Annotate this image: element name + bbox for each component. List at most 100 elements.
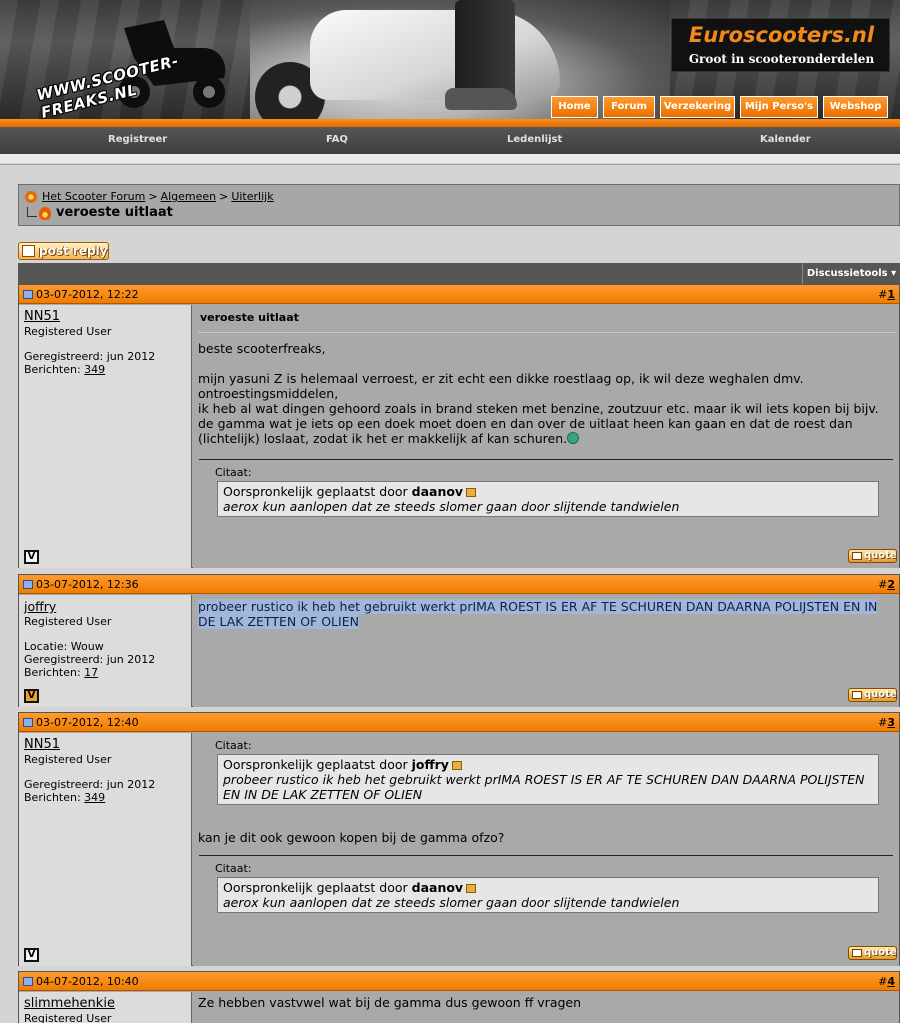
post-permalink[interactable]: 4 xyxy=(887,975,895,988)
user-posts-link[interactable]: 17 xyxy=(84,666,98,679)
post-reply-icon xyxy=(22,245,35,257)
vbadge-icon[interactable]: V xyxy=(24,550,39,564)
quote-icon xyxy=(852,691,862,699)
post-message: Citaat: Oorspronkelijk geplaatst door jo… xyxy=(193,733,899,966)
sponsor-subtitle: Groot in scooteronderdelen xyxy=(688,52,875,66)
quote-button[interactable]: quote xyxy=(848,688,897,702)
quote-button[interactable]: quote xyxy=(848,946,897,960)
post-header: 03-07-2012, 12:22 #1 xyxy=(19,285,899,304)
title-divider xyxy=(198,332,896,333)
post-date: 04-07-2012, 10:40 xyxy=(36,975,139,988)
quote-box: Oorspronkelijk geplaatst door joffry pro… xyxy=(217,754,879,805)
quote-icon xyxy=(852,949,862,957)
sponsor-title: Euroscooters.nl xyxy=(688,23,875,47)
quote-box: Oorspronkelijk geplaatst door daanov aer… xyxy=(217,877,879,913)
breadcrumb: Het Scooter Forum > Algemeen > Uiterlijk ver… xyxy=(18,184,900,226)
nav-verzekering[interactable]: Verzekering xyxy=(660,96,735,118)
post-header: 03-07-2012, 12:40 #3 xyxy=(19,713,899,732)
subnav-divider xyxy=(0,154,900,164)
post-date: 03-07-2012, 12:22 xyxy=(36,288,139,301)
post-permalink[interactable]: 2 xyxy=(887,578,895,591)
quote-author: daanov xyxy=(411,880,464,895)
scooter-body xyxy=(310,10,560,100)
sponsor-banner[interactable]: Euroscooters.nl Groot in scooteronderdel… xyxy=(671,18,890,72)
post-4: 04-07-2012, 10:40 #4 slimmehenkie Regist… xyxy=(18,971,900,1023)
thread-title: veroeste uitlaat xyxy=(56,205,173,220)
post-number: #3 xyxy=(878,716,895,729)
nav-home[interactable]: Home xyxy=(551,96,598,118)
quote-block: Citaat: Oorspronkelijk geplaatst door da… xyxy=(199,855,893,925)
nav-mijn-persos[interactable]: Mijn Perso's xyxy=(740,96,818,118)
breadcrumb-link-home[interactable]: Het Scooter Forum xyxy=(42,190,145,203)
post-header: 03-07-2012, 12:36 #2 xyxy=(19,575,899,594)
nav-webshop[interactable]: Webshop xyxy=(823,96,888,118)
quote-button[interactable]: quote xyxy=(848,549,897,563)
user-title: Registered User xyxy=(24,325,112,338)
breadcrumb-link-algemeen[interactable]: Algemeen xyxy=(161,190,217,203)
vbadge-icon[interactable]: V xyxy=(24,689,39,703)
post-1: 03-07-2012, 12:22 #1 NN51 Registered Use… xyxy=(18,284,900,568)
subnav-faq[interactable]: FAQ xyxy=(326,134,348,145)
quote-label: Citaat: xyxy=(215,466,252,479)
post-permalink[interactable]: 1 xyxy=(887,288,895,301)
user-info-pane: joffry Registered User Locatie: Wouw Ger… xyxy=(19,595,192,707)
post-header: 04-07-2012, 10:40 #4 xyxy=(19,972,899,991)
grin-smiley-icon xyxy=(567,432,580,444)
user-registered: Geregistreerd: jun 2012 xyxy=(24,653,156,666)
quote-text: probeer rustico ik heb het gebruikt werk… xyxy=(223,772,865,802)
page-content: Het Scooter Forum > Algemeen > Uiterlijk ver… xyxy=(0,165,900,1023)
post-date: 03-07-2012, 12:40 xyxy=(36,716,139,729)
post-number: #2 xyxy=(878,578,895,591)
post-body: Ze hebben vastvwel wat bij de gamma dus … xyxy=(198,995,582,1010)
user-location: Locatie: Wouw xyxy=(24,640,104,653)
post-body: beste scooterfreaks, mijn yasuni Z is he… xyxy=(198,341,879,446)
post-number: #4 xyxy=(878,975,895,988)
user-post-count: Berichten: 349 xyxy=(24,791,106,804)
chevron-down-icon: ▾ xyxy=(891,268,897,279)
username-link[interactable]: joffry xyxy=(24,599,56,614)
quote-text: aerox kun aanlopen dat ze steeds slomer … xyxy=(223,895,680,910)
quote-author: daanov xyxy=(411,484,464,499)
user-post-count: Berichten: 17 xyxy=(24,666,99,679)
quote-label: Citaat: xyxy=(215,862,252,875)
post-2: 03-07-2012, 12:36 #2 joffry Registered U… xyxy=(18,574,900,707)
forum-home-icon[interactable] xyxy=(25,191,37,203)
post-3: 03-07-2012, 12:40 #3 NN51 Registered Use… xyxy=(18,712,900,966)
post-number: #1 xyxy=(878,288,895,301)
user-info-pane: NN51 Registered User Geregistreerd: jun … xyxy=(19,733,192,966)
subnav-registreer[interactable]: Registreer xyxy=(108,134,167,145)
quote-box: Oorspronkelijk geplaatst door daanov aer… xyxy=(217,481,879,517)
username-link[interactable]: NN51 xyxy=(24,737,60,752)
thread-toolbar: Discussietools ▾ xyxy=(18,263,900,284)
username-link[interactable]: NN51 xyxy=(24,309,60,324)
subnav-ledenlijst[interactable]: Ledenlijst xyxy=(507,134,562,145)
quote-label: Citaat: xyxy=(215,739,252,752)
user-registered: Geregistreerd: jun 2012 xyxy=(24,778,156,791)
view-post-icon[interactable] xyxy=(451,761,462,770)
user-posts-link[interactable]: 349 xyxy=(84,791,105,804)
quote-block: Citaat: Oorspronkelijk geplaatst door da… xyxy=(199,459,893,529)
post-status-icon xyxy=(23,977,33,986)
view-post-icon[interactable] xyxy=(466,488,477,497)
post-reply-button[interactable]: post reply xyxy=(18,242,109,260)
post-message: probeer rustico ik heb het gebruikt werk… xyxy=(193,595,899,707)
view-post-icon[interactable] xyxy=(466,884,477,893)
post-body: probeer rustico ik heb het gebruikt werk… xyxy=(198,599,878,629)
user-title: Registered User xyxy=(24,615,112,628)
breadcrumb-link-uiterlijk[interactable]: Uiterlijk xyxy=(231,190,273,203)
user-posts-link[interactable]: 349 xyxy=(84,363,105,376)
nav-forum[interactable]: Forum xyxy=(603,96,655,118)
site-logo[interactable]: WWW.SCOOTER-FREAKS.NL xyxy=(14,8,254,120)
header-stripe xyxy=(0,119,900,127)
quote-text: aerox kun aanlopen dat ze steeds slomer … xyxy=(223,499,680,514)
vbadge-icon[interactable]: V xyxy=(24,948,39,962)
subnav-kalender[interactable]: Kalender xyxy=(760,134,811,145)
quote-block: Citaat: Oorspronkelijk geplaatst door jo… xyxy=(199,733,893,815)
post-permalink[interactable]: 3 xyxy=(887,716,895,729)
quote-icon xyxy=(852,552,862,560)
post-message: veroeste uitlaat beste scooterfreaks, mi… xyxy=(193,305,899,568)
user-title: Registered User xyxy=(24,1012,112,1023)
username-link[interactable]: slimmehenkie xyxy=(24,996,115,1011)
discussietools-menu[interactable]: Discussietools ▾ xyxy=(802,263,900,284)
thread-fire-icon xyxy=(27,207,53,221)
